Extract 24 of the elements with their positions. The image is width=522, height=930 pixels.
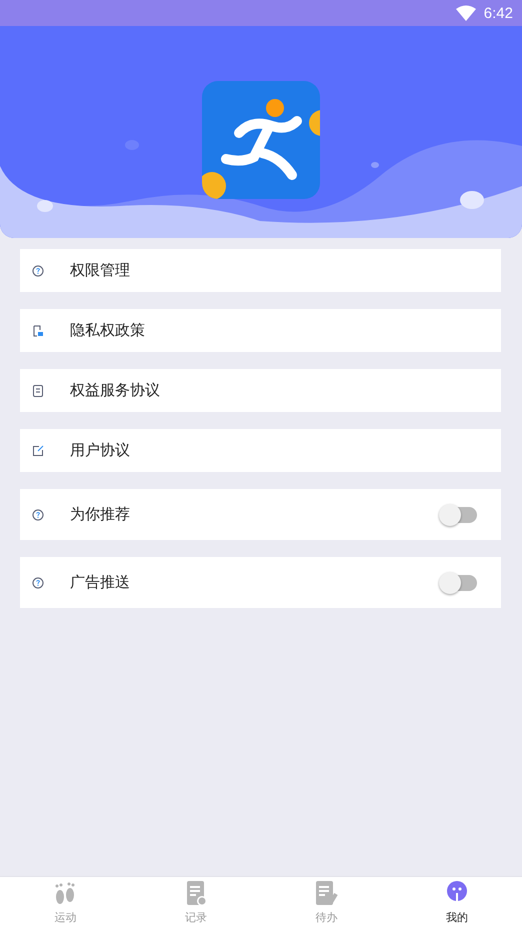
settings-item[interactable]: 权益服务协议 — [20, 369, 501, 412]
app-logo-icon — [202, 81, 320, 199]
item-label: 权限管理 — [70, 261, 131, 280]
nav-tab[interactable]: 我的 — [392, 877, 522, 930]
document-lock-icon — [32, 324, 44, 336]
document-icon — [32, 384, 44, 396]
item-label: 为你推荐 — [70, 505, 131, 524]
edit-icon — [32, 444, 44, 456]
item-label: 权益服务协议 — [70, 381, 161, 400]
help-icon — [32, 264, 44, 276]
item-label: 广告推送 — [70, 573, 131, 592]
settings-item[interactable]: 权限管理 — [20, 249, 501, 292]
help-icon — [32, 576, 44, 588]
settings-item[interactable]: 广告推送 — [20, 557, 501, 608]
item-label: 用户协议 — [70, 441, 131, 460]
wifi-icon — [456, 5, 476, 21]
settings-item[interactable]: 为你推荐 — [20, 489, 501, 540]
toggle-switch[interactable] — [441, 574, 477, 590]
settings-item[interactable]: 隐私权政策 — [20, 309, 501, 352]
settings-item[interactable]: 用户协议 — [20, 429, 501, 472]
clock: 6:42 — [484, 4, 513, 22]
toggle-switch[interactable] — [441, 506, 477, 522]
help-icon — [32, 508, 44, 520]
item-label: 隐私权政策 — [70, 321, 146, 340]
